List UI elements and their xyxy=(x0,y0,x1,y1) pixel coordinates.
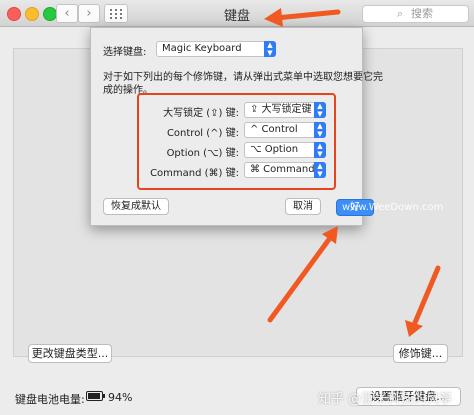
annotation-arrows xyxy=(264,8,441,337)
arrow-icon xyxy=(264,8,341,27)
arrow-icon xyxy=(405,265,441,337)
arrow-icon xyxy=(267,226,338,323)
